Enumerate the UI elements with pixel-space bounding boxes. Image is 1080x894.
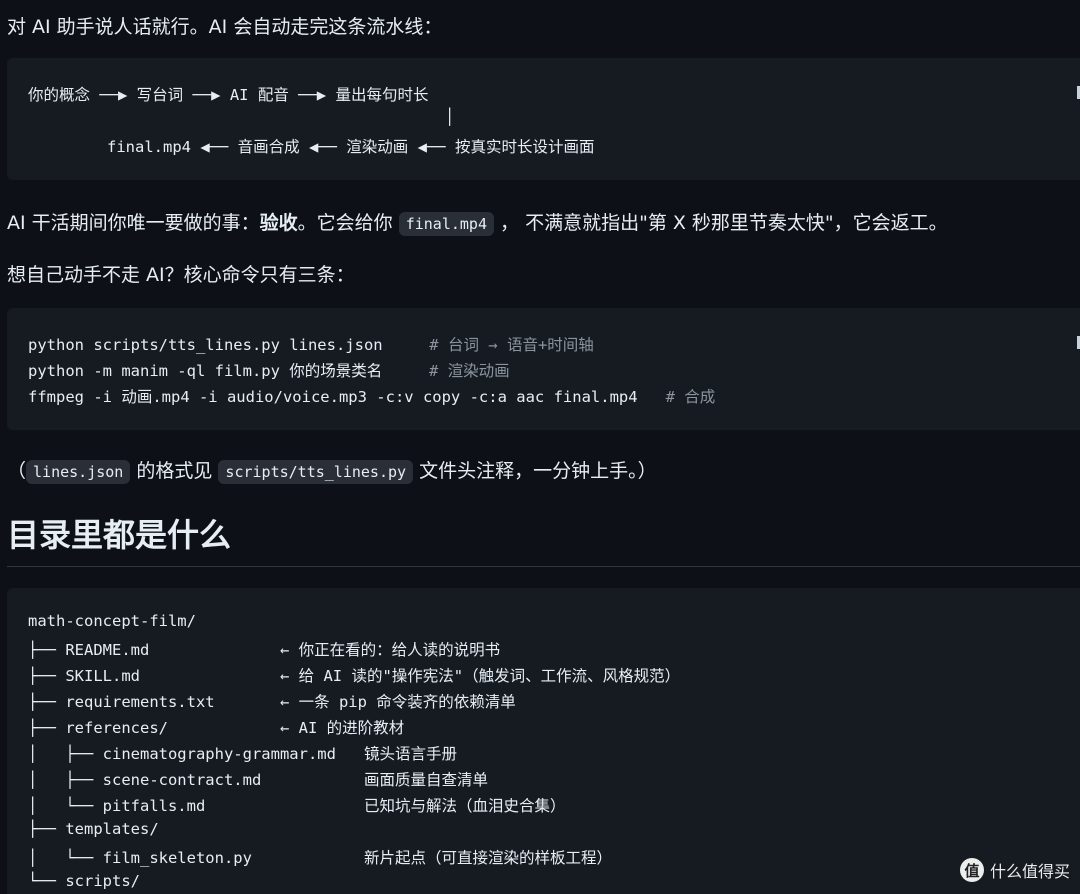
tree-line-readme: ├── README.md ← 你正在看的：给人读的说明书 (28, 641, 501, 659)
directory-tree-code-block: math-concept-film/ ├── README.md ← 你正在看的… (7, 588, 1080, 894)
watermark: 值 什么值得买 (959, 858, 1070, 882)
tree-line-references: ├── references/ ← AI 的进阶教材 (28, 719, 405, 737)
tree-line-scripts: └── scripts/ (28, 872, 140, 890)
section-divider (7, 566, 1080, 567)
tree-line-cinematography: │ ├── cinematography-grammar.md 镜头语言手册 (28, 745, 457, 763)
intro-text: 对 AI 助手说人话就行。AI 会自动走完这条流水线： (7, 16, 443, 38)
command-line-1: python scripts/tts_lines.py lines.json #… (28, 333, 594, 355)
command-1-comment: # 台词 → 语音+时间轴 (429, 336, 594, 354)
format-note-paragraph: （lines.json 的格式见 scripts/tts_lines.py 文件… (7, 456, 657, 484)
tree-line-scene-contract: │ ├── scene-contract.md 画面质量自查清单 (28, 771, 488, 789)
watermark-text: 什么值得买 (989, 862, 1070, 881)
command-3-text: ffmpeg -i 动画.mp4 -i audio/voice.mp3 -c:v… (28, 388, 666, 406)
lines-json-code: lines.json (26, 460, 131, 484)
tree-line-root: math-concept-film/ (28, 612, 196, 630)
pipeline-connector: │ (445, 108, 455, 126)
command-2-text: python -m manim -ql film.py 你的场景类名 (28, 362, 429, 380)
format-note-after: 文件头注释，一分钟上手。） (413, 460, 657, 482)
command-3-comment: # 合成 (665, 388, 716, 406)
pipeline-row-1: 你的概念 ──▶ 写台词 ──▶ AI 配音 ──▶ 量出每句时长 (28, 86, 429, 104)
watermark-logo-icon: 值 (959, 858, 984, 882)
format-note-mid: 的格式见 (130, 460, 219, 482)
accept-text-mid: 。它会给你 (297, 212, 399, 234)
final-mp4-code: final.mp4 (398, 212, 494, 236)
accept-text-after: ， 不满意就指出"第 X 秒那里节奏太快"，它会返工。 (494, 212, 948, 234)
format-note-open: （ (7, 460, 27, 482)
tree-line-requirements: ├── requirements.txt ← 一条 pip 命令装齐的依赖清单 (28, 693, 516, 711)
accept-bold: 验收 (259, 212, 298, 234)
pipeline-row-2: final.mp4 ◀── 音画合成 ◀── 渲染动画 ◀── 按真实时长设计画… (107, 138, 595, 156)
tts-lines-code: scripts/tts_lines.py (218, 460, 414, 484)
command-line-3: ffmpeg -i 动画.mp4 -i audio/voice.mp3 -c:v… (28, 385, 715, 407)
command-1-text: python scripts/tts_lines.py lines.json (28, 336, 430, 354)
section-title: 目录里都是什么 (7, 516, 232, 554)
tree-line-templates: ├── templates/ (28, 820, 159, 838)
tree-line-film-skeleton: │ └── film_skeleton.py 新片起点（可直接渲染的样板工程） (28, 849, 612, 867)
commands-code-block: python scripts/tts_lines.py lines.json #… (7, 308, 1080, 430)
accept-paragraph: AI 干活期间你唯一要做的事：验收。它会给你 final.mp4 ， 不满意就指… (7, 208, 948, 236)
manual-intro-text: 想自己动手不走 AI？核心命令只有三条： (7, 264, 355, 286)
accept-text-before: AI 干活期间你唯一要做的事： (7, 212, 260, 234)
tree-line-pitfalls: │ └── pitfalls.md 已知坑与解法（血泪史合集） (28, 797, 566, 815)
command-line-2: python -m manim -ql film.py 你的场景类名 # 渲染动… (28, 359, 510, 381)
pipeline-code-block: 你的概念 ──▶ 写台词 ──▶ AI 配音 ──▶ 量出每句时长 │ fina… (7, 58, 1080, 180)
tree-line-skill: ├── SKILL.md ← 给 AI 读的"操作宪法"（触发词、工作流、风格规… (28, 667, 681, 685)
command-2-comment: # 渲染动画 (428, 362, 510, 380)
